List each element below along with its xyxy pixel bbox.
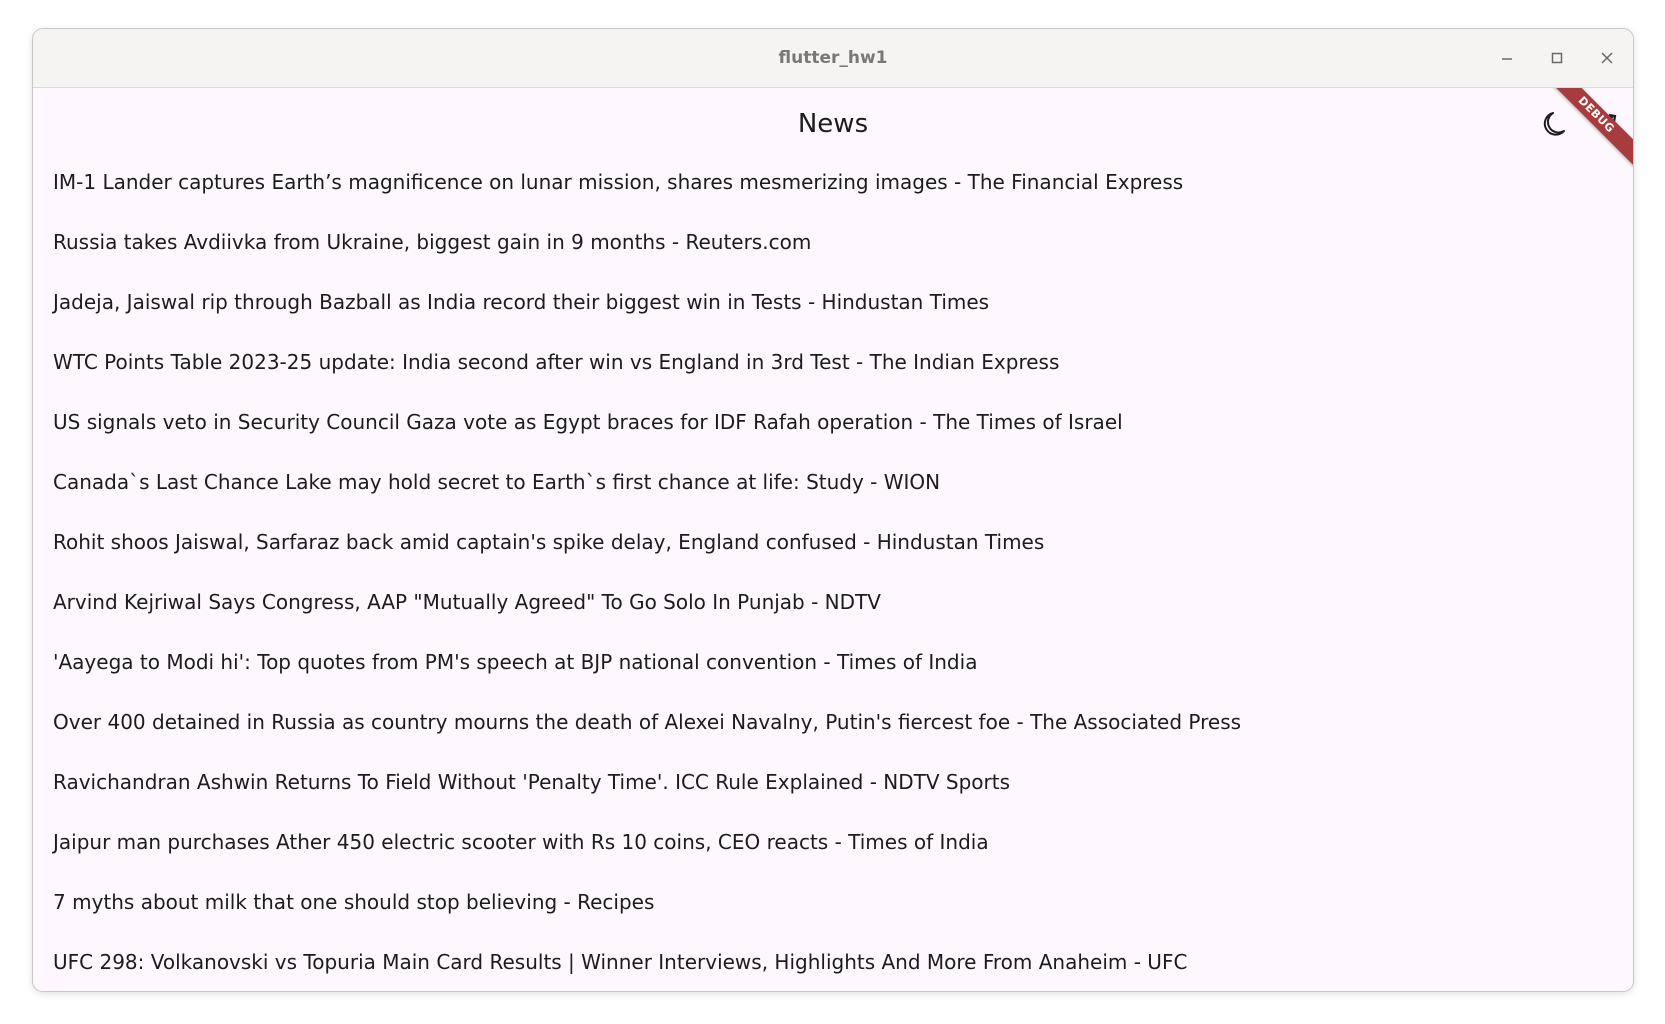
news-item[interactable]: 7 myths about milk that one should stop … (33, 882, 1633, 942)
news-item[interactable]: Jadeja, Jaiswal rip through Bazball as I… (33, 282, 1633, 342)
close-button[interactable] (1593, 44, 1621, 72)
minimize-button[interactable] (1493, 44, 1521, 72)
app-window: flutter_hw1 News DEBUG IM-1 Lander captu… (32, 28, 1634, 992)
maximize-button[interactable] (1543, 44, 1571, 72)
news-item[interactable]: Russia takes Avdiivka from Ukraine, bigg… (33, 222, 1633, 282)
news-item[interactable]: Rohit shoos Jaiswal, Sarfaraz back amid … (33, 522, 1633, 582)
news-item[interactable]: Ravichandran Ashwin Returns To Field Wit… (33, 762, 1633, 822)
news-item[interactable]: IM-1 Lander captures Earth’s magnificenc… (33, 162, 1633, 222)
minimize-icon (1502, 58, 1512, 60)
moon-icon (1543, 112, 1565, 136)
news-item[interactable]: Over 400 detained in Russia as country m… (33, 702, 1633, 762)
news-item[interactable]: WTC Points Table 2023-25 update: India s… (33, 342, 1633, 402)
app-bar: News DEBUG (33, 88, 1633, 175)
news-item[interactable]: US signals veto in Security Council Gaza… (33, 402, 1633, 462)
app-content: News DEBUG IM-1 Lander captures Earth’s … (33, 88, 1633, 991)
close-icon (1601, 52, 1613, 64)
news-item[interactable]: Jaipur man purchases Ather 450 electric … (33, 822, 1633, 882)
news-list: IM-1 Lander captures Earth’s magnificenc… (33, 162, 1633, 991)
window-title: flutter_hw1 (778, 48, 888, 68)
news-item[interactable]: Canada`s Last Chance Lake may hold secre… (33, 462, 1633, 522)
maximize-icon (1551, 52, 1563, 64)
theme-toggle-button[interactable] (1537, 104, 1577, 144)
news-item[interactable]: Arvind Kejriwal Says Congress, AAP "Mutu… (33, 582, 1633, 642)
news-item[interactable]: 'Aayega to Modi hi': Top quotes from PM'… (33, 642, 1633, 702)
title-bar[interactable]: flutter_hw1 (33, 29, 1633, 88)
page-title: News (797, 109, 869, 139)
news-item[interactable]: UFC 298: Volkanovski vs Topuria Main Car… (33, 942, 1633, 991)
